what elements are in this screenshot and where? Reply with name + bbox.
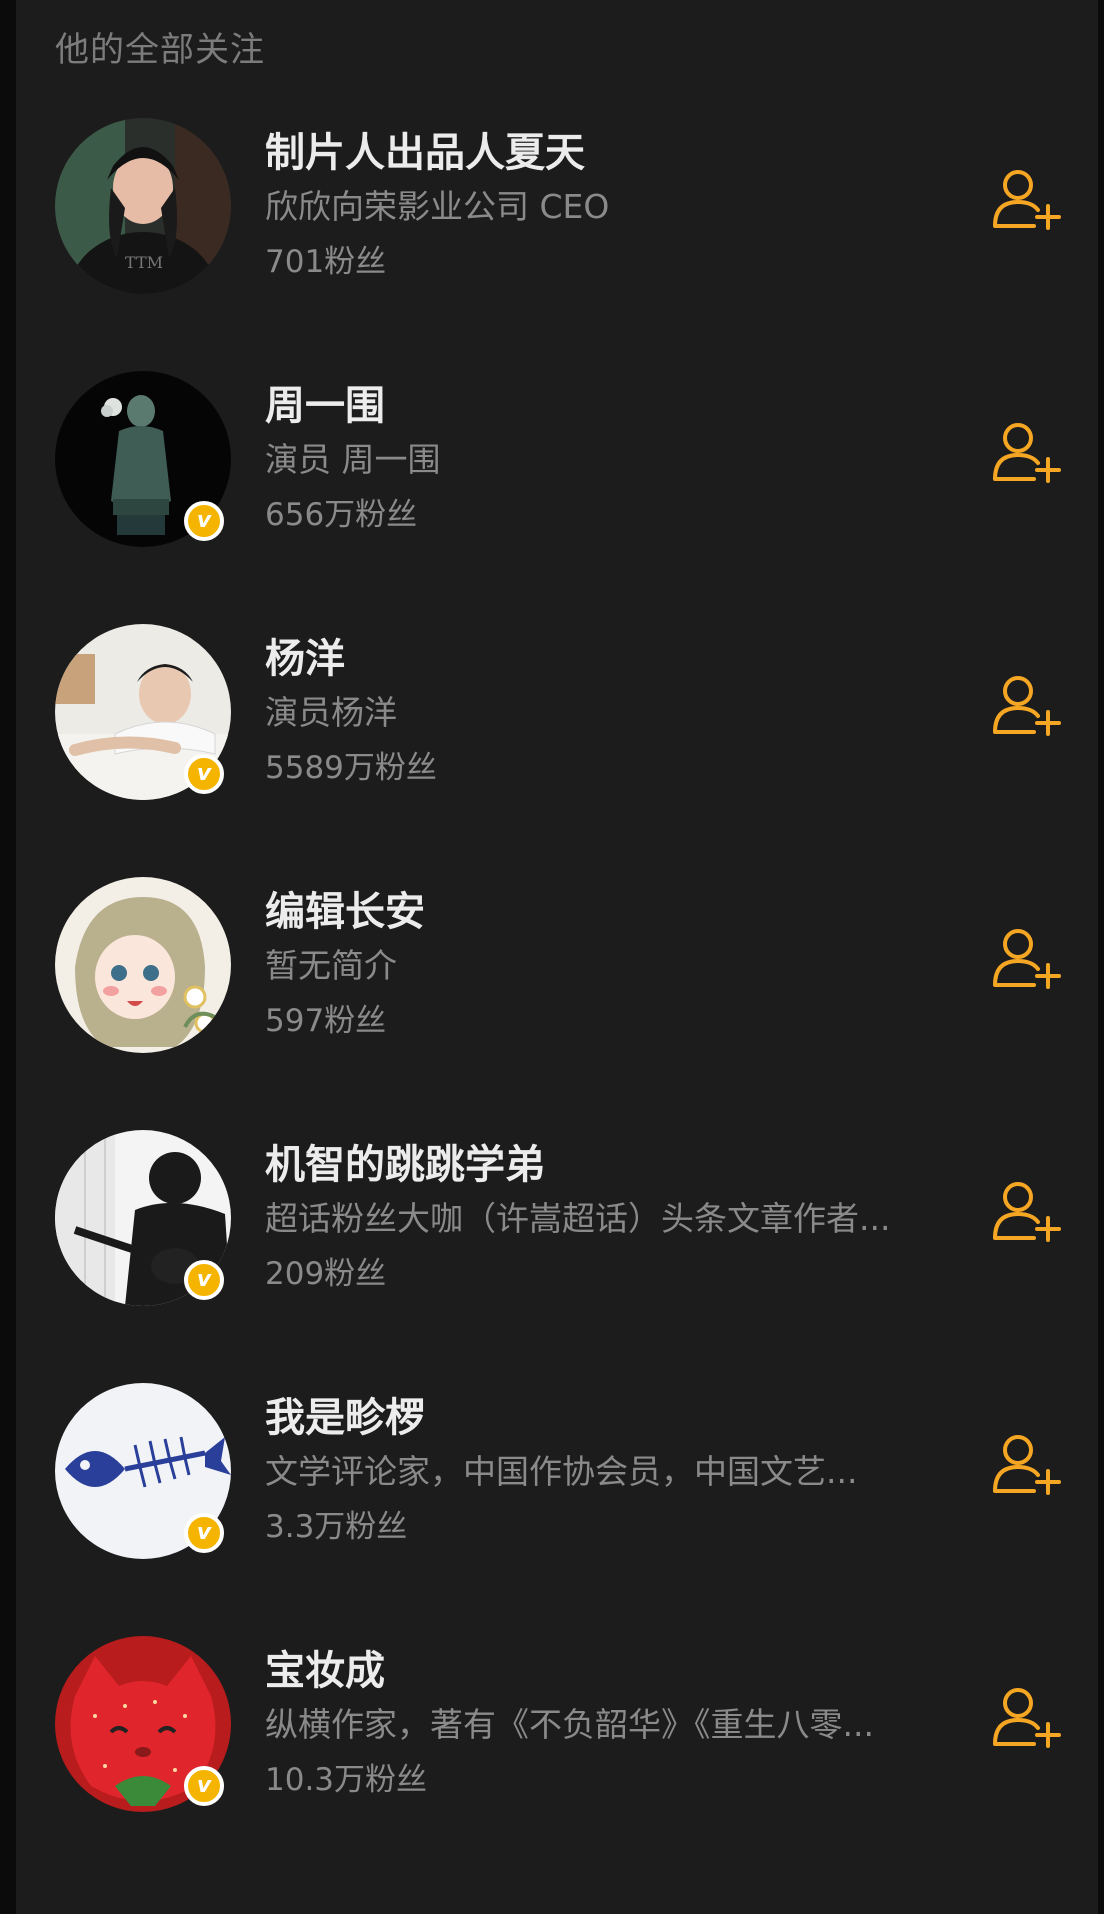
user-row[interactable]: 编辑长安 暂无简介 597粉丝 bbox=[16, 877, 1098, 1130]
user-row[interactable]: v 机智的跳跳学弟 超话粉丝大咖（许嵩超话）头条文章作者... 209粉丝 bbox=[16, 1130, 1098, 1383]
svg-text:TTM: TTM bbox=[125, 253, 163, 272]
user-bio: 文学评论家，中国作协会员，中国文艺... bbox=[265, 1452, 858, 1491]
user-bio: 演员 周一围 bbox=[265, 440, 441, 479]
add-user-icon bbox=[993, 1182, 1061, 1242]
user-bio: 欣欣向荣影业公司 CEO bbox=[265, 187, 610, 226]
follow-button[interactable] bbox=[992, 927, 1062, 989]
user-bio: 演员杨洋 bbox=[265, 693, 397, 732]
follower-count: 597粉丝 bbox=[265, 1003, 387, 1039]
verified-badge-icon: v bbox=[184, 1513, 224, 1553]
follower-count: 209粉丝 bbox=[265, 1256, 387, 1292]
add-user-icon bbox=[993, 929, 1061, 989]
user-name[interactable]: 周一围 bbox=[265, 373, 385, 431]
follow-button[interactable] bbox=[992, 421, 1062, 483]
user-name[interactable]: 宝妆成 bbox=[265, 1638, 385, 1696]
verified-badge-icon: v bbox=[184, 1260, 224, 1300]
follow-button[interactable] bbox=[992, 168, 1062, 230]
user-bio: 暂无简介 bbox=[265, 946, 397, 985]
user-row[interactable]: v 杨洋 演员杨洋 5589万粉丝 bbox=[16, 624, 1098, 877]
user-bio: 超话粉丝大咖（许嵩超话）头条文章作者... bbox=[265, 1199, 891, 1238]
verified-badge-icon: v bbox=[184, 1766, 224, 1806]
user-row[interactable]: v 宝妆成 纵横作家，著有《不负韶华》《重生八零... 10.3万粉丝 bbox=[16, 1636, 1098, 1889]
user-bio: 纵横作家，著有《不负韶华》《重生八零... bbox=[265, 1705, 874, 1744]
verified-badge-icon: v bbox=[184, 754, 224, 794]
add-user-icon bbox=[993, 676, 1061, 736]
add-user-icon bbox=[993, 170, 1061, 230]
user-name[interactable]: 编辑长安 bbox=[265, 879, 425, 937]
add-user-icon bbox=[993, 1435, 1061, 1495]
user-name[interactable]: 机智的跳跳学弟 bbox=[265, 1132, 545, 1190]
follow-button[interactable] bbox=[992, 1686, 1062, 1748]
user-row[interactable]: v 周一围 演员 周一围 656万粉丝 bbox=[16, 371, 1098, 624]
add-user-icon bbox=[993, 423, 1061, 483]
follow-button[interactable] bbox=[992, 1433, 1062, 1495]
add-user-icon bbox=[993, 1688, 1061, 1748]
page-title: 他的全部关注 bbox=[55, 30, 265, 70]
follower-count: 656万粉丝 bbox=[265, 497, 418, 533]
follower-count: 5589万粉丝 bbox=[265, 750, 437, 786]
user-name[interactable]: 杨洋 bbox=[265, 626, 345, 684]
verified-badge-icon: v bbox=[184, 501, 224, 541]
user-row[interactable]: v 我是畛椤 文学评论家，中国作协会员，中国文艺... 3.3万粉丝 bbox=[16, 1383, 1098, 1636]
follow-button[interactable] bbox=[992, 674, 1062, 736]
user-name[interactable]: 制片人出品人夏天 bbox=[265, 120, 585, 178]
follower-count: 701粉丝 bbox=[265, 244, 387, 280]
user-row[interactable]: TTM 制片人出品人夏天 欣欣向荣影业公司 CEO 701粉丝 bbox=[16, 118, 1098, 371]
follow-button[interactable] bbox=[992, 1180, 1062, 1242]
follower-count: 10.3万粉丝 bbox=[265, 1762, 428, 1798]
follower-count: 3.3万粉丝 bbox=[265, 1509, 408, 1545]
avatar-woman-in-cap[interactable]: TTM bbox=[55, 118, 231, 294]
user-name[interactable]: 我是畛椤 bbox=[265, 1385, 425, 1443]
avatar-cartoon-girl[interactable] bbox=[55, 877, 231, 1053]
